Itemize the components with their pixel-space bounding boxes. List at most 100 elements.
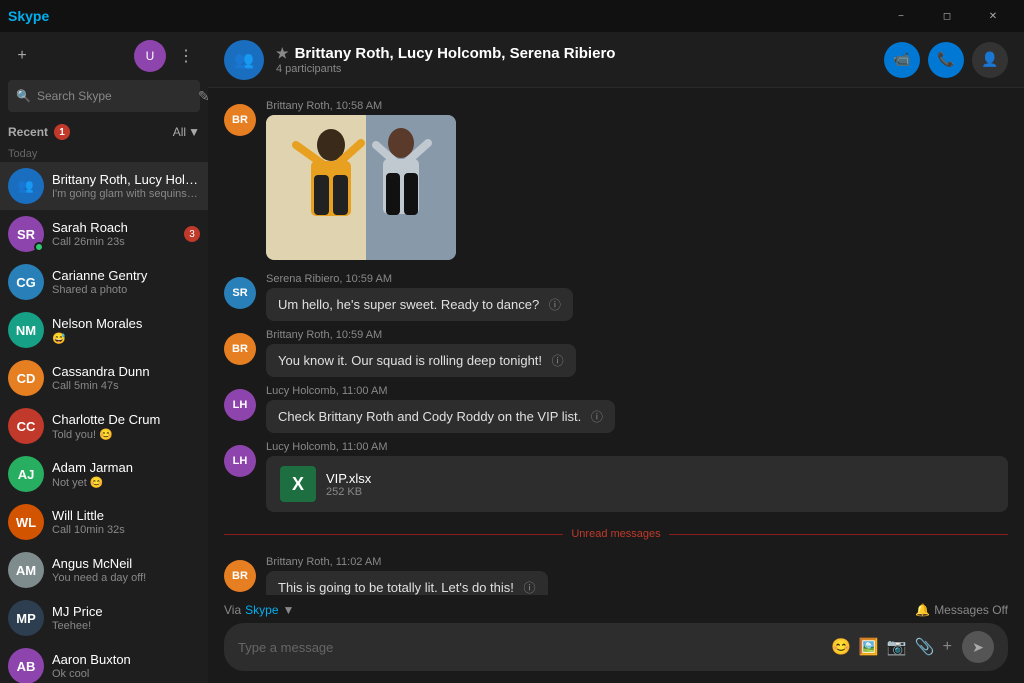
voice-call-btn[interactable]: 📞 <box>928 42 964 78</box>
message-content: Lucy Holcomb, 11:00 AM Check Brittany Ro… <box>266 385 1008 433</box>
image-btn[interactable]: 🖼️ <box>859 637 879 657</box>
message-group: LH Lucy Holcomb, 11:00 AM X VIP.xlsx 252… <box>224 441 1008 512</box>
list-item[interactable]: WL Will Little Call 10min 32s <box>0 498 208 546</box>
user-avatar[interactable]: U <box>134 40 166 72</box>
list-item[interactable]: 👥 Brittany Roth, Lucy Holcomb, S... I'm … <box>0 162 208 210</box>
message-input[interactable] <box>238 640 821 655</box>
message-group: BR Brittany Roth, 11:02 AM This is going… <box>224 556 1008 595</box>
sidebar: + U ⋮ 🔍 ✎ Recent 1 All ▼ Today <box>0 32 208 683</box>
contact-preview: Told you! 😊 <box>52 428 200 441</box>
more-options-btn[interactable]: 👤 <box>972 42 1008 78</box>
unread-divider: Unread messages <box>224 528 1008 540</box>
sidebar-header: + U ⋮ <box>0 32 208 80</box>
recent-header: Recent 1 All ▼ <box>0 120 208 144</box>
unread-label: Unread messages <box>571 528 660 540</box>
contact-info: Will Little Call 10min 32s <box>52 508 200 536</box>
spreadsheet-icon: X <box>292 474 304 495</box>
contact-name: Angus McNeil <box>52 556 200 571</box>
video-call-btn[interactable]: 📹 <box>884 42 920 78</box>
close-btn[interactable]: ✕ <box>970 0 1016 32</box>
message-info-icon[interactable]: ⓘ <box>524 581 536 595</box>
message-meta: Brittany Roth, 10:58 AM <box>266 100 1008 112</box>
chat-area: 👥 ★ Brittany Roth, Lucy Holcomb, Serena … <box>208 32 1024 683</box>
video-msg-btn[interactable]: 📷 <box>887 637 907 657</box>
contact-preview: Shared a photo <box>52 284 200 296</box>
file-message[interactable]: X VIP.xlsx 252 KB <box>266 456 1008 512</box>
send-button[interactable]: ➤ <box>962 631 994 663</box>
message-content: Lucy Holcomb, 11:00 AM X VIP.xlsx 252 KB <box>266 441 1008 512</box>
app-logo: Skype <box>8 8 49 24</box>
chat-header: 👥 ★ Brittany Roth, Lucy Holcomb, Serena … <box>208 32 1024 88</box>
contact-info: Aaron Buxton Ok cool <box>52 652 200 680</box>
contact-avatar: AB <box>8 648 44 683</box>
message-info-icon[interactable]: ⓘ <box>549 298 561 312</box>
list-item[interactable]: CD Cassandra Dunn Call 5min 47s <box>0 354 208 402</box>
list-item[interactable]: NM Nelson Morales 😅 <box>0 306 208 354</box>
via-chevron-icon: ▼ <box>283 603 295 617</box>
contact-preview: Call 10min 32s <box>52 524 200 536</box>
more-icon: 👤 <box>981 51 998 68</box>
message-avatar: BR <box>224 560 256 592</box>
list-item[interactable]: CC Charlotte De Crum Told you! 😊 <box>0 402 208 450</box>
contact-info: Angus McNeil You need a day off! <box>52 556 200 584</box>
minimize-btn[interactable]: − <box>878 0 924 32</box>
message-image <box>266 115 456 260</box>
message-bubble: Um hello, he's super sweet. Ready to dan… <box>266 288 573 321</box>
message-group: LH Lucy Holcomb, 11:00 AM Check Brittany… <box>224 385 1008 433</box>
message-avatar: LH <box>224 445 256 477</box>
list-item[interactable]: CG Carianne Gentry Shared a photo <box>0 258 208 306</box>
emoji-btn[interactable]: 😊 <box>831 637 851 657</box>
contact-info: Brittany Roth, Lucy Holcomb, S... I'm go… <box>52 172 200 200</box>
contact-list: 👥 Brittany Roth, Lucy Holcomb, S... I'm … <box>0 162 208 683</box>
list-item[interactable]: AM Angus McNeil You need a day off! <box>0 546 208 594</box>
message-input-box: 😊 🖼️ 📷 📎 + ➤ <box>224 623 1008 671</box>
messages-off-icon: 🔔 <box>915 603 930 617</box>
more-input-btn[interactable]: + <box>943 638 952 656</box>
group-avatar-icon: 👥 <box>234 50 254 70</box>
new-chat-btn[interactable]: + <box>8 42 36 70</box>
contact-info: MJ Price Teehee! <box>52 604 200 632</box>
input-actions: 😊 🖼️ 📷 📎 + <box>831 637 952 657</box>
restore-btn[interactable]: ◻ <box>924 0 970 32</box>
via-selector[interactable]: Via Skype ▼ <box>224 603 294 617</box>
message-avatar: BR <box>224 333 256 365</box>
search-input[interactable] <box>37 89 192 103</box>
list-item[interactable]: AJ Adam Jarman Not yet 😊 <box>0 450 208 498</box>
contact-info: Adam Jarman Not yet 😊 <box>52 460 200 489</box>
contact-preview: Not yet 😊 <box>52 476 200 489</box>
search-icon: 🔍 <box>16 89 31 103</box>
via-text: Via <box>224 603 241 617</box>
video-icon: 📹 <box>893 51 910 68</box>
contact-avatar: MP <box>8 600 44 636</box>
message-info-icon[interactable]: ⓘ <box>552 354 564 368</box>
contact-name: Sarah Roach <box>52 220 176 235</box>
contact-avatar: CG <box>8 264 44 300</box>
contact-preview: Ok cool <box>52 668 200 680</box>
contact-info: Sarah Roach Call 26min 23s <box>52 220 176 248</box>
recent-badge: 1 <box>54 124 70 140</box>
message-group: BR Brittany Roth, 10:58 AM <box>224 100 1008 265</box>
message-content: Brittany Roth, 10:58 AM <box>266 100 1008 265</box>
grid-menu-btn[interactable]: ⋮ <box>172 42 200 70</box>
contact-avatar: 👥 <box>8 168 44 204</box>
contact-info: Cassandra Dunn Call 5min 47s <box>52 364 200 392</box>
contact-preview: I'm going glam with sequins. See you h..… <box>52 188 200 200</box>
contact-info: Nelson Morales 😅 <box>52 316 200 345</box>
message-info-icon[interactable]: ⓘ <box>591 410 603 424</box>
chat-title: ★ Brittany Roth, Lucy Holcomb, Serena Ri… <box>276 45 872 62</box>
list-item[interactable]: AB Aaron Buxton Ok cool <box>0 642 208 683</box>
attach-btn[interactable]: 📎 <box>915 637 935 657</box>
message-bubble: Check Brittany Roth and Cody Roddy on th… <box>266 400 615 433</box>
star-icon[interactable]: ★ <box>276 45 289 62</box>
messages-off-indicator: 🔔 Messages Off <box>915 603 1008 617</box>
unread-line-left <box>224 534 563 535</box>
all-filter-btn[interactable]: All ▼ <box>173 125 200 139</box>
participants-count: 4 participants <box>276 63 872 75</box>
list-item[interactable]: MP MJ Price Teehee! <box>0 594 208 642</box>
message-bubble: This is going to be totally lit. Let's d… <box>266 571 548 595</box>
contact-avatar: AM <box>8 552 44 588</box>
excel-file-icon: X <box>280 466 316 502</box>
file-name: VIP.xlsx <box>326 471 371 486</box>
contact-name: Adam Jarman <box>52 460 200 475</box>
list-item[interactable]: SR Sarah Roach Call 26min 23s 3 <box>0 210 208 258</box>
